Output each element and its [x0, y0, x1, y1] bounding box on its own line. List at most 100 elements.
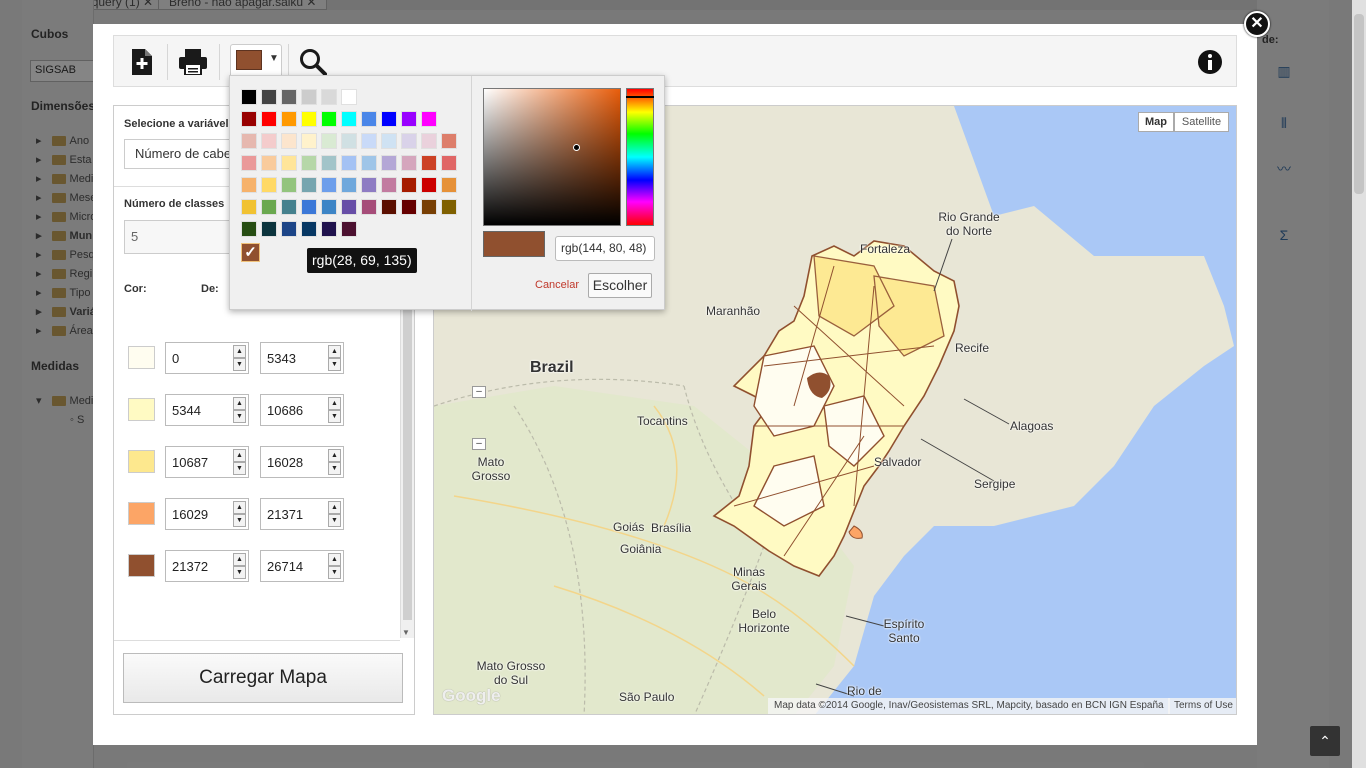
- palette-color-cell[interactable]: [281, 155, 297, 171]
- palette-color-cell[interactable]: [261, 89, 277, 105]
- class-from-input[interactable]: 10687 ▲ ▼: [165, 446, 249, 478]
- stepper[interactable]: ▲ ▼: [328, 345, 341, 371]
- increment-icon[interactable]: ▲: [328, 397, 341, 410]
- palette-color-cell[interactable]: [281, 111, 297, 127]
- palette-color-cell[interactable]: [361, 177, 377, 193]
- palette-color-cell[interactable]: [241, 89, 257, 105]
- palette-color-cell[interactable]: [341, 177, 357, 193]
- palette-color-cell[interactable]: [261, 177, 277, 193]
- stepper[interactable]: ▲ ▼: [233, 553, 246, 579]
- palette-color-cell[interactable]: [361, 111, 377, 127]
- map-type-satellite-button[interactable]: Satellite: [1174, 112, 1229, 132]
- increment-icon[interactable]: ▲: [233, 397, 246, 410]
- increment-icon[interactable]: ▲: [233, 345, 246, 358]
- palette-color-cell[interactable]: [261, 133, 277, 149]
- class-to-input[interactable]: 26714 ▲ ▼: [260, 550, 344, 582]
- saturation-value-picker[interactable]: [483, 88, 621, 226]
- palette-color-cell[interactable]: [401, 177, 417, 193]
- palette-color-cell[interactable]: [401, 155, 417, 171]
- class-to-input[interactable]: 5343 ▲ ▼: [260, 342, 344, 374]
- current-color-check-icon[interactable]: ✓: [241, 243, 260, 262]
- decrement-icon[interactable]: ▼: [233, 566, 246, 579]
- class-to-input[interactable]: 21371 ▲ ▼: [260, 498, 344, 530]
- decrement-icon[interactable]: ▼: [233, 358, 246, 371]
- palette-color-cell[interactable]: [261, 111, 277, 127]
- class-from-input[interactable]: 16029 ▲ ▼: [165, 498, 249, 530]
- stepper[interactable]: ▲ ▼: [233, 345, 246, 371]
- palette-color-cell[interactable]: [301, 89, 317, 105]
- palette-color-cell[interactable]: [241, 111, 257, 127]
- close-modal-button[interactable]: ✕: [1244, 11, 1270, 37]
- palette-color-cell[interactable]: [341, 111, 357, 127]
- classes-scrollbar[interactable]: ▼: [400, 306, 414, 638]
- color-picker-toggle[interactable]: ▼: [230, 44, 282, 76]
- palette-color-cell[interactable]: [241, 221, 257, 237]
- palette-color-cell[interactable]: [301, 177, 317, 193]
- palette-color-cell[interactable]: [241, 177, 257, 193]
- increment-icon[interactable]: ▲: [328, 345, 341, 358]
- class-from-input[interactable]: 5344 ▲ ▼: [165, 394, 249, 426]
- scroll-to-top-button[interactable]: ⌃: [1310, 726, 1340, 756]
- palette-color-cell[interactable]: [341, 199, 357, 215]
- palette-color-cell[interactable]: [441, 133, 457, 149]
- cancel-link[interactable]: Cancelar: [535, 279, 579, 291]
- load-map-button[interactable]: Carregar Mapa: [123, 653, 403, 703]
- palette-color-cell[interactable]: [301, 155, 317, 171]
- decrement-icon[interactable]: ▼: [328, 410, 341, 423]
- map-type-map-button[interactable]: Map: [1138, 112, 1174, 132]
- palette-color-cell[interactable]: [321, 133, 337, 149]
- decrement-icon[interactable]: ▼: [328, 566, 341, 579]
- choose-button[interactable]: Escolher: [588, 273, 652, 298]
- palette-color-cell[interactable]: [421, 177, 437, 193]
- palette-color-cell[interactable]: [321, 111, 337, 127]
- increment-icon[interactable]: ▲: [233, 553, 246, 566]
- palette-color-cell[interactable]: [421, 199, 437, 215]
- class-to-input[interactable]: 10686 ▲ ▼: [260, 394, 344, 426]
- page-scrollbar-thumb[interactable]: [1354, 14, 1364, 194]
- palette-color-cell[interactable]: [301, 199, 317, 215]
- class-from-input[interactable]: 0 ▲ ▼: [165, 342, 249, 374]
- palette-color-cell[interactable]: [421, 133, 437, 149]
- class-color-swatch[interactable]: [128, 502, 155, 525]
- saturation-value-handle[interactable]: [573, 144, 580, 151]
- decrement-icon[interactable]: ▼: [328, 462, 341, 475]
- class-from-input[interactable]: 21372 ▲ ▼: [165, 550, 249, 582]
- increment-icon[interactable]: ▲: [328, 449, 341, 462]
- zoom-out-icon[interactable]: –: [472, 438, 486, 450]
- class-color-swatch[interactable]: [128, 398, 155, 421]
- palette-color-cell[interactable]: [381, 133, 397, 149]
- palette-color-cell[interactable]: [281, 133, 297, 149]
- increment-icon[interactable]: ▲: [233, 501, 246, 514]
- palette-color-cell[interactable]: [401, 111, 417, 127]
- palette-color-cell[interactable]: [261, 199, 277, 215]
- classes-scrollbar-thumb[interactable]: [403, 310, 412, 620]
- increment-icon[interactable]: ▲: [233, 449, 246, 462]
- palette-color-cell[interactable]: [441, 199, 457, 215]
- palette-color-cell[interactable]: [341, 89, 357, 105]
- palette-color-cell[interactable]: [381, 199, 397, 215]
- palette-color-cell[interactable]: [361, 133, 377, 149]
- class-color-swatch[interactable]: [128, 554, 155, 577]
- palette-color-cell[interactable]: [321, 89, 337, 105]
- palette-color-cell[interactable]: [381, 111, 397, 127]
- palette-color-cell[interactable]: [401, 133, 417, 149]
- info-button[interactable]: [1192, 44, 1228, 80]
- stepper[interactable]: ▲ ▼: [328, 397, 341, 423]
- palette-color-cell[interactable]: [281, 89, 297, 105]
- zoom-control[interactable]: – –: [472, 386, 486, 450]
- palette-color-cell[interactable]: [401, 199, 417, 215]
- palette-color-cell[interactable]: [281, 199, 297, 215]
- increment-icon[interactable]: ▲: [328, 501, 341, 514]
- palette-color-cell[interactable]: [421, 155, 437, 171]
- palette-color-cell[interactable]: [241, 155, 257, 171]
- palette-color-cell[interactable]: [301, 133, 317, 149]
- palette-color-cell[interactable]: [341, 133, 357, 149]
- palette-color-cell[interactable]: [261, 221, 277, 237]
- palette-color-cell[interactable]: [341, 221, 357, 237]
- new-map-button[interactable]: [124, 44, 160, 80]
- class-to-input[interactable]: 16028 ▲ ▼: [260, 446, 344, 478]
- stepper[interactable]: ▲ ▼: [233, 501, 246, 527]
- palette-color-cell[interactable]: [241, 199, 257, 215]
- scroll-down-arrow-icon[interactable]: ▼: [402, 628, 410, 637]
- stepper[interactable]: ▲ ▼: [233, 449, 246, 475]
